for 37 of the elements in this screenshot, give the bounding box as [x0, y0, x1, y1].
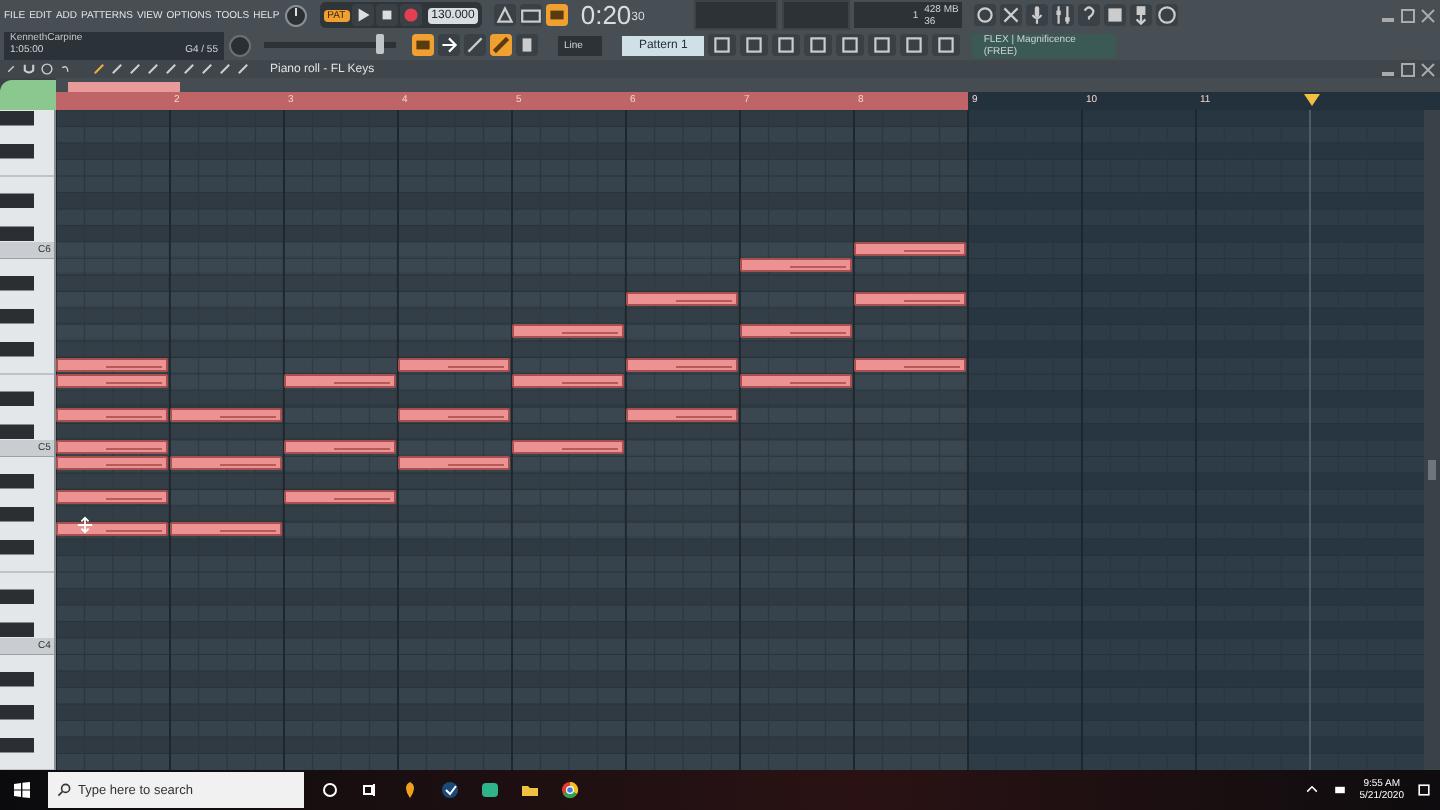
close-icon[interactable]	[1420, 61, 1436, 77]
browser-icon[interactable]	[556, 780, 584, 800]
midi-note[interactable]	[512, 324, 624, 339]
caret-up-icon[interactable]	[1303, 782, 1320, 798]
midi-note[interactable]	[398, 456, 510, 471]
metronome-icon[interactable]	[494, 4, 517, 26]
overview-scrollbar[interactable]	[56, 78, 1440, 92]
render-icon[interactable]	[1130, 4, 1153, 26]
pencil-icon[interactable]	[92, 62, 106, 76]
song-time: 0:20	[580, 1, 632, 29]
help-icon[interactable]	[1078, 4, 1101, 26]
sliders-icon[interactable]	[1052, 4, 1075, 26]
midi-note[interactable]	[170, 456, 282, 471]
master-volume-slider[interactable]	[375, 34, 384, 54]
midi-note[interactable]	[170, 522, 282, 537]
save-icon[interactable]	[1104, 4, 1127, 26]
magnet-icon[interactable]	[22, 62, 36, 76]
undo-icon[interactable]	[58, 62, 72, 76]
microphone-icon[interactable]	[1026, 4, 1049, 26]
restore-icon[interactable]	[1400, 61, 1416, 77]
move-cursor-icon	[76, 516, 94, 534]
knob-icon[interactable]	[283, 3, 308, 27]
round-app-icon[interactable]	[436, 780, 464, 800]
vertical-scrollbar[interactable]	[1424, 110, 1440, 770]
arrow-right-icon[interactable]	[438, 34, 460, 56]
close-icon[interactable]	[1420, 7, 1436, 23]
cross-icon[interactable]	[1000, 4, 1023, 26]
stop-icon[interactable]	[375, 4, 398, 26]
restore-icon[interactable]	[1400, 7, 1416, 23]
piano-keyboard-drawing[interactable]	[0, 110, 56, 770]
windows-logo-icon[interactable]	[8, 780, 36, 800]
midi-note[interactable]	[740, 258, 852, 273]
midi-note[interactable]	[56, 522, 168, 537]
midi-note[interactable]	[740, 324, 852, 339]
search-icon[interactable]	[56, 782, 72, 798]
midi-note[interactable]	[56, 456, 168, 471]
play-icon[interactable]	[351, 4, 374, 26]
